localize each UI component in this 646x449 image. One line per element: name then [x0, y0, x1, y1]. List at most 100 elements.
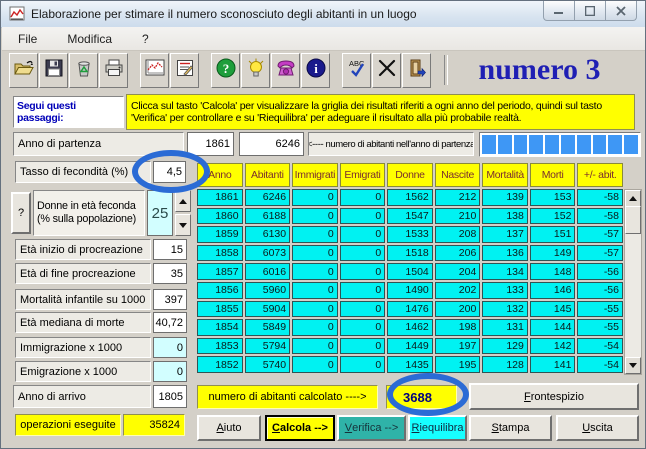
client-area: Segui questi passaggi: Clicca sul tasto … — [1, 89, 645, 448]
grid-cell: 1855 — [197, 300, 243, 318]
uscita-button[interactable]: Uscita — [556, 415, 639, 441]
minimize-button[interactable] — [543, 1, 575, 21]
operations-label: operazioni eseguite — [15, 414, 121, 436]
open-button[interactable] — [9, 52, 38, 88]
report-button[interactable] — [170, 52, 199, 88]
grid-cell: -55 — [577, 319, 623, 336]
param-field[interactable]: 0 — [153, 361, 187, 382]
grid-cell: 200 — [434, 300, 481, 318]
arrow-down-icon — [179, 222, 187, 228]
grid-cell: 146 — [529, 281, 576, 299]
fertility-label: Tasso di fecondità (%) — [15, 161, 151, 183]
grid-cell: -58 — [577, 207, 623, 225]
results-grid-body: 1861 6246 0 0 1562 212 139 153 -58 1860 6188 0 0 1547… — [197, 189, 623, 373]
grid-cell: 153 — [529, 189, 576, 206]
grid-cell: 1435 — [387, 356, 433, 373]
start-population-field[interactable]: 6246 — [239, 132, 304, 156]
grid-cell: 6188 — [244, 207, 291, 225]
grid-cell: 6246 — [244, 189, 291, 206]
grid-header-cell: Abitanti — [244, 163, 291, 187]
grid-cell: 198 — [434, 319, 481, 336]
grid-cell: 0 — [339, 319, 386, 336]
tip-button[interactable] — [241, 52, 270, 88]
start-year-label: Anno di partenza — [13, 132, 184, 156]
param-field[interactable]: 40,72 — [153, 312, 187, 333]
help-button[interactable]: ? — [211, 52, 240, 88]
grid-cell: 1854 — [197, 319, 243, 336]
spellcheck-button[interactable]: ABC — [342, 52, 371, 88]
exit-button[interactable] — [402, 52, 431, 88]
save-button[interactable] — [39, 52, 68, 88]
grid-cell: 1462 — [387, 319, 433, 336]
param-field[interactable]: 397 — [153, 289, 187, 310]
grid-cell: 1853 — [197, 337, 243, 355]
param-field[interactable]: 15 — [153, 239, 187, 260]
grid-cell: 0 — [292, 319, 338, 336]
grid-cell: 1857 — [197, 263, 243, 280]
riequilibra-button[interactable]: Riequilibra — [408, 415, 467, 441]
grid-cell: 0 — [292, 263, 338, 280]
grid-scrollbar[interactable] — [624, 189, 642, 375]
spinner-down-button[interactable] — [175, 214, 191, 236]
grid-cell: 5794 — [244, 337, 291, 355]
aiuto-button[interactable]: Aiuto — [197, 415, 261, 441]
close-button[interactable] — [605, 1, 637, 21]
scroll-up-button[interactable] — [625, 190, 641, 207]
steps-caption: Segui questi passaggi: — [13, 96, 124, 128]
spinner-up-button[interactable] — [175, 190, 191, 212]
grid-cell: 142 — [529, 337, 576, 355]
steps-instructions: Clicca sul tasto 'Calcola' per visualizz… — [126, 94, 635, 130]
help-icon: ? — [216, 58, 236, 83]
param-field[interactable]: 35 — [153, 263, 187, 284]
fertile-women-field[interactable]: 25 — [147, 190, 173, 236]
progress-segment — [576, 135, 591, 154]
grid-cell: -57 — [577, 244, 623, 262]
menu-item-modifica[interactable]: Modifica — [63, 30, 116, 48]
verifica-button[interactable]: Verifica --> — [337, 415, 406, 441]
grid-cell: 141 — [529, 356, 576, 373]
param-field[interactable]: 0 — [153, 337, 187, 358]
fertility-field[interactable]: 4,5 — [153, 161, 186, 183]
grid-cell: 1860 — [197, 207, 243, 225]
grid-cell: 1449 — [387, 337, 433, 355]
chart-button[interactable] — [140, 52, 169, 88]
param-label: Emigrazione x 1000 — [15, 361, 151, 382]
delete-button[interactable] — [69, 52, 98, 88]
fertile-women-help-button[interactable]: ? — [11, 192, 31, 234]
calcola-button[interactable]: Calcola --> — [265, 415, 335, 441]
grid-cell: 204 — [434, 263, 481, 280]
param-label: Mortalità infantile su 1000 — [15, 289, 151, 310]
grid-cell: 0 — [292, 244, 338, 262]
grid-header-cell: Donne — [387, 163, 433, 187]
calculated-population-label: numero di abitanti calcolato ----> — [197, 385, 378, 409]
grid-cell: 0 — [339, 244, 386, 262]
scroll-thumb[interactable] — [625, 206, 641, 234]
grid-cell: 195 — [434, 356, 481, 373]
grid-cell: 0 — [292, 207, 338, 225]
stampa-button[interactable]: Stampa — [469, 415, 552, 441]
fertile-women-label: Donne in età feconda (% sulla popolazion… — [33, 190, 145, 236]
scroll-down-button[interactable] — [625, 357, 641, 374]
grid-cell: 139 — [482, 189, 528, 206]
frontespizio-button[interactable]: Frontespizio — [469, 383, 639, 410]
svg-text:i: i — [314, 61, 318, 76]
progress-segment — [529, 135, 544, 154]
app-window: Elaborazione per stimare il numero scono… — [0, 0, 646, 449]
maximize-button[interactable] — [574, 1, 606, 21]
start-year-field[interactable]: 1861 — [187, 132, 234, 156]
menu-item-file[interactable]: File — [14, 30, 41, 48]
close-x-button[interactable] — [372, 52, 401, 88]
grid-cell: 0 — [339, 337, 386, 355]
grid-cell: 210 — [434, 207, 481, 225]
grid-cell: 1562 — [387, 189, 433, 206]
menu-item-[interactable]: ? — [138, 30, 153, 48]
grid-cell: 202 — [434, 281, 481, 299]
grid-cell: 0 — [292, 300, 338, 318]
menu-bar: File Modifica? — [2, 27, 645, 51]
delete-icon — [75, 59, 93, 82]
contact-button[interactable] — [271, 52, 300, 88]
print-icon — [104, 59, 124, 82]
print-button[interactable] — [99, 52, 128, 88]
arrival-year-field[interactable]: 1805 — [153, 385, 187, 408]
info-button[interactable]: i — [301, 52, 330, 88]
